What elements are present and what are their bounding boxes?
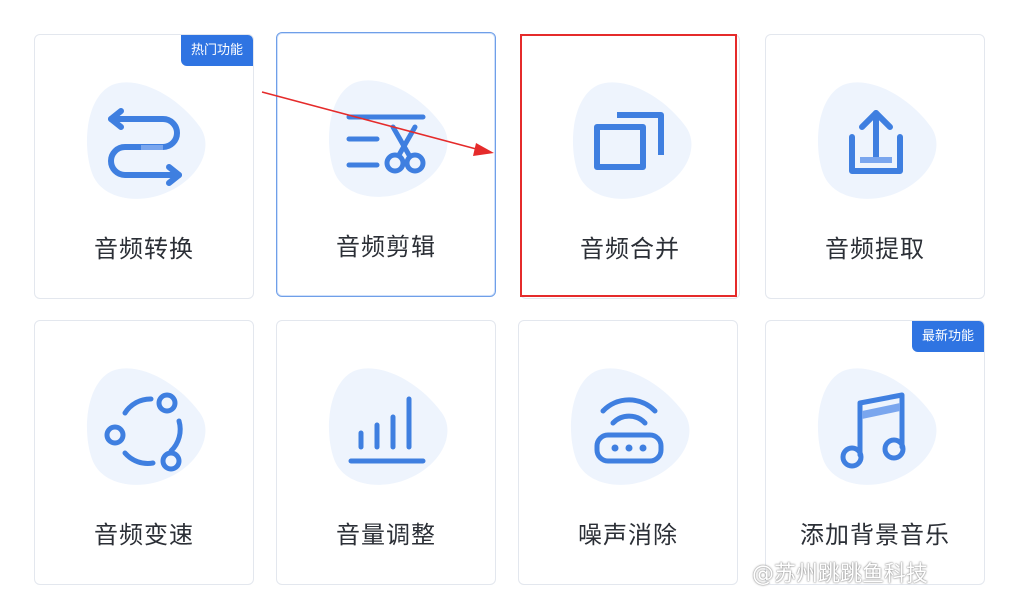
new-feature-badge: 最新功能 <box>911 321 984 352</box>
card-audio-merge[interactable]: 音频合并 <box>520 34 740 299</box>
card-label: 音量调整 <box>336 521 436 549</box>
card-label: 音频剪辑 <box>336 233 436 261</box>
music-note-icon <box>840 392 906 469</box>
merge-windows-icon <box>594 112 664 170</box>
card-volume-adjust[interactable]: 音量调整 <box>276 320 496 585</box>
card-add-bgm[interactable]: 最新功能 添加背景音乐 <box>765 320 985 585</box>
card-audio-cut[interactable]: 音频剪辑 <box>276 32 496 297</box>
card-label: 音频合并 <box>580 235 680 263</box>
card-audio-convert[interactable]: 热门功能 音频转换 <box>34 34 254 299</box>
scissors-edit-icon <box>346 114 426 174</box>
card-label: 噪声消除 <box>578 521 678 549</box>
noise-wifi-icon <box>594 397 664 464</box>
volume-bars-icon <box>348 396 426 464</box>
feature-grid: 热门功能 音频转换 音频剪辑 音频合并 音频提取 音频变速 音量调整 噪声消除 … <box>0 0 1009 607</box>
card-audio-extract[interactable]: 音频提取 <box>765 34 985 299</box>
card-label: 音频转换 <box>94 235 194 263</box>
convert-arrows-icon <box>108 108 182 186</box>
card-label: 音频提取 <box>825 235 925 263</box>
card-label: 音频变速 <box>94 521 194 549</box>
hot-feature-badge: 热门功能 <box>180 35 253 66</box>
card-audio-speed[interactable]: 音频变速 <box>34 320 254 585</box>
card-label: 添加背景音乐 <box>800 521 950 549</box>
watermark: @苏州跳跳鱼科技 <box>752 562 929 587</box>
speed-circle-icon <box>104 392 183 472</box>
card-noise-removal[interactable]: 噪声消除 <box>518 320 738 585</box>
extract-upload-icon <box>849 110 903 174</box>
